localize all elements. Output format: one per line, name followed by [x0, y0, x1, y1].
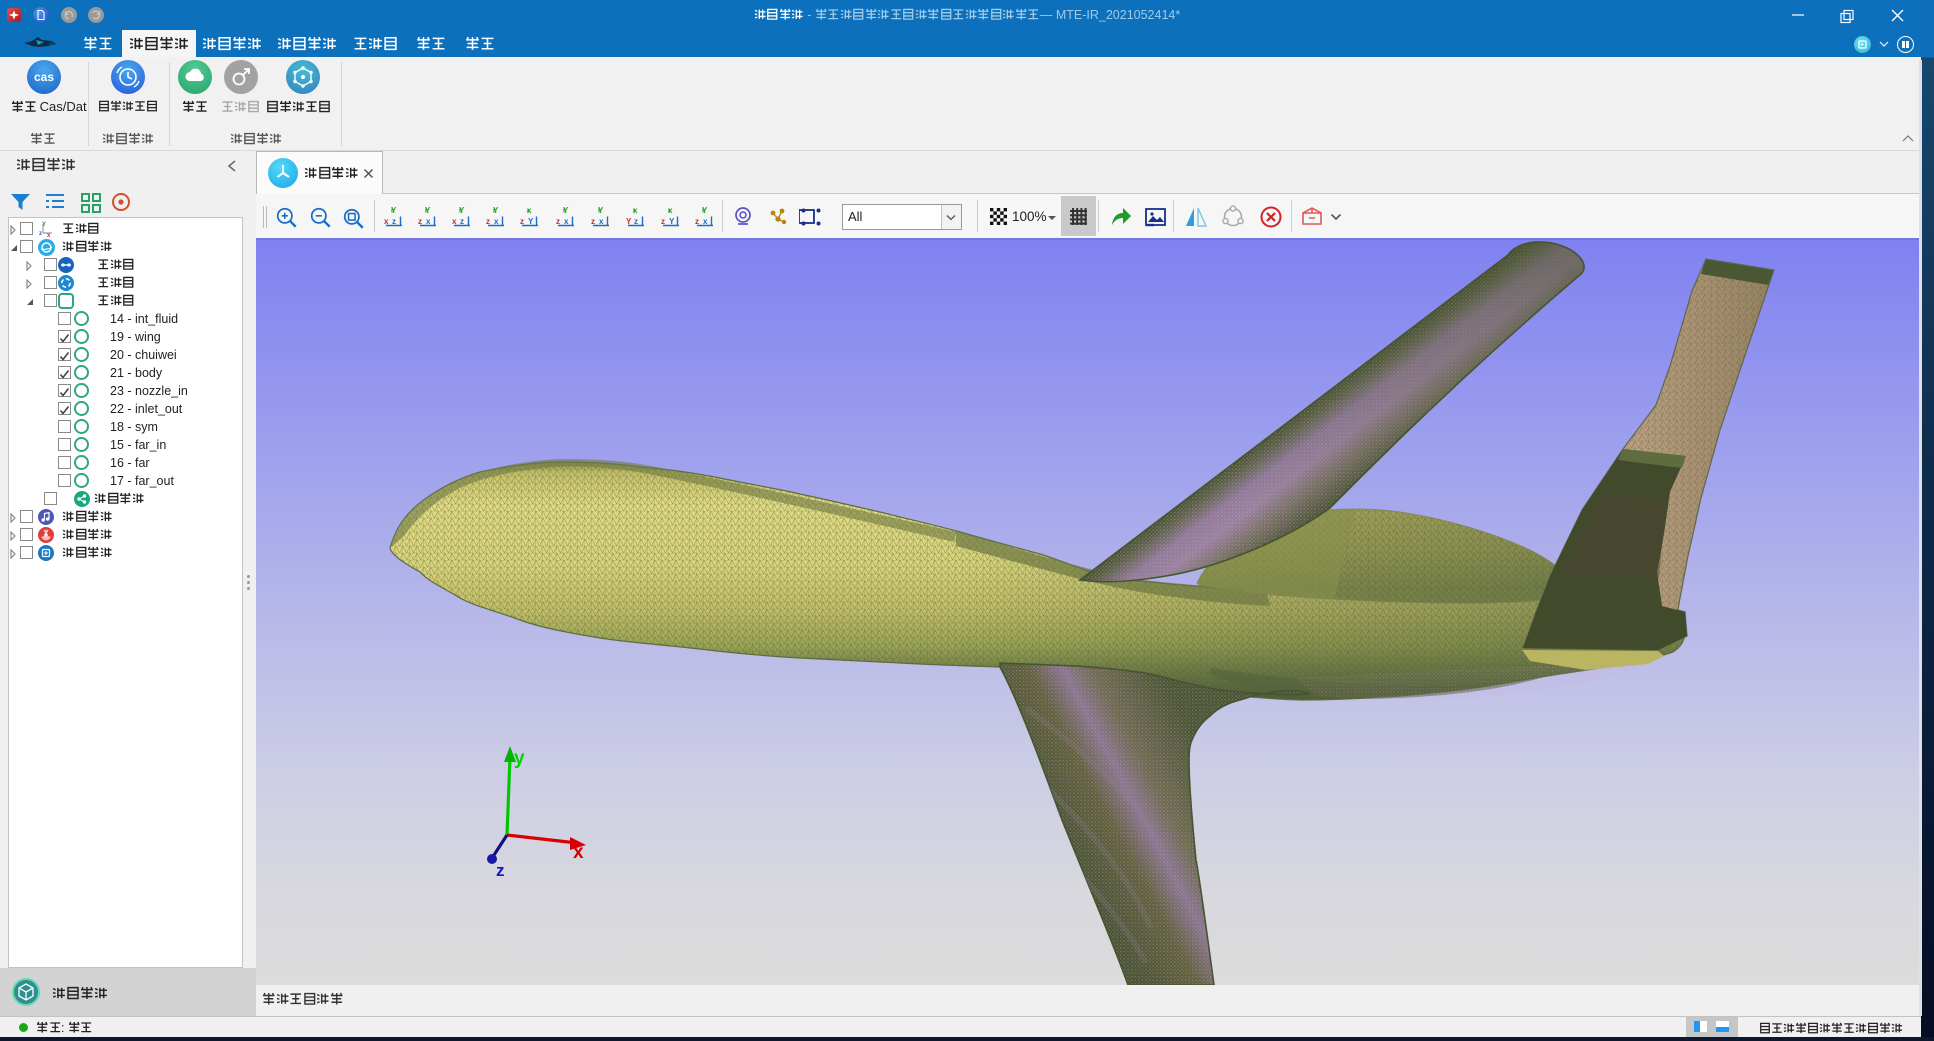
svg-text:x: x	[599, 217, 604, 226]
svg-text:z: z	[460, 217, 464, 226]
svg-text:x: x	[564, 217, 569, 226]
svg-text:z: z	[661, 217, 665, 226]
svg-text:z: z	[556, 217, 560, 226]
svg-text:z: z	[496, 861, 505, 880]
svg-text:z: z	[634, 217, 638, 226]
svg-text:y: y	[514, 748, 525, 769]
svg-text:z: z	[418, 217, 422, 226]
svg-text:z: z	[39, 231, 42, 237]
svg-text:Y: Y	[528, 217, 534, 226]
svg-text:z: z	[392, 217, 396, 226]
svg-text:x: x	[573, 842, 584, 863]
svg-text:Y: Y	[626, 217, 632, 226]
svg-text:z: z	[591, 217, 595, 226]
svg-text:z: z	[486, 217, 490, 226]
svg-text:x: x	[426, 217, 431, 226]
svg-text:z: z	[520, 217, 524, 226]
svg-text:x: x	[703, 217, 708, 226]
svg-text:Y: Y	[42, 222, 46, 228]
svg-text:x: x	[384, 217, 389, 226]
svg-text:x: x	[494, 217, 499, 226]
svg-text:x: x	[452, 217, 457, 226]
svg-text:z: z	[695, 217, 699, 226]
svg-text:Y: Y	[669, 217, 675, 226]
